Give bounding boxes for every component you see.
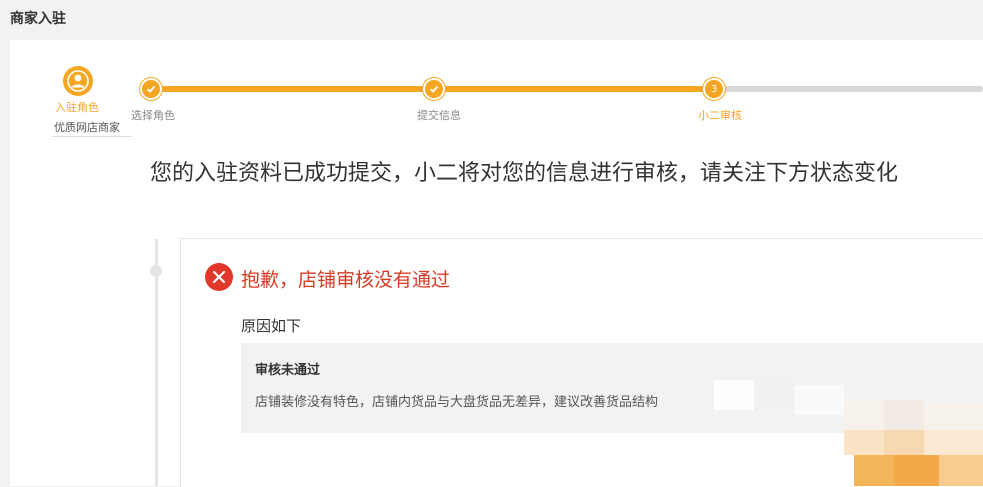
divider <box>52 136 132 137</box>
role-subtitle: 优质网店商家 <box>54 121 120 134</box>
reason-title: 审核未通过 <box>255 363 321 378</box>
onboarding-panel: 入驻角色 优质网店商家 3 选择角色 提交信息 小二审核 您的入驻资料已成功提交… <box>10 40 983 487</box>
step-3-number: 3 <box>703 78 725 100</box>
close-icon <box>205 263 233 291</box>
reason-heading: 原因如下 <box>241 317 302 335</box>
timeline-dot <box>150 265 162 277</box>
step-2-check-icon <box>423 78 445 100</box>
reason-text: 店铺装修没有特色，店铺内货品与大盘货品无差异，建议改善货品结构 <box>255 395 659 410</box>
user-icon <box>63 66 93 96</box>
step-label-select-role: 选择角色 <box>131 109 175 122</box>
role-label: 入驻角色 <box>55 101 99 114</box>
progress-track <box>150 86 983 92</box>
review-failed-title: 抱歉，店铺审核没有通过 <box>241 269 451 291</box>
step-label-submit-info: 提交信息 <box>417 109 461 122</box>
step-label-review: 小二审核 <box>698 109 742 122</box>
status-message: 您的入驻资料已成功提交，小二将对您的信息进行审核，请关注下方状态变化 <box>150 161 899 186</box>
page-title: 商家入驻 <box>10 11 66 27</box>
step-1-check-icon <box>140 78 162 100</box>
